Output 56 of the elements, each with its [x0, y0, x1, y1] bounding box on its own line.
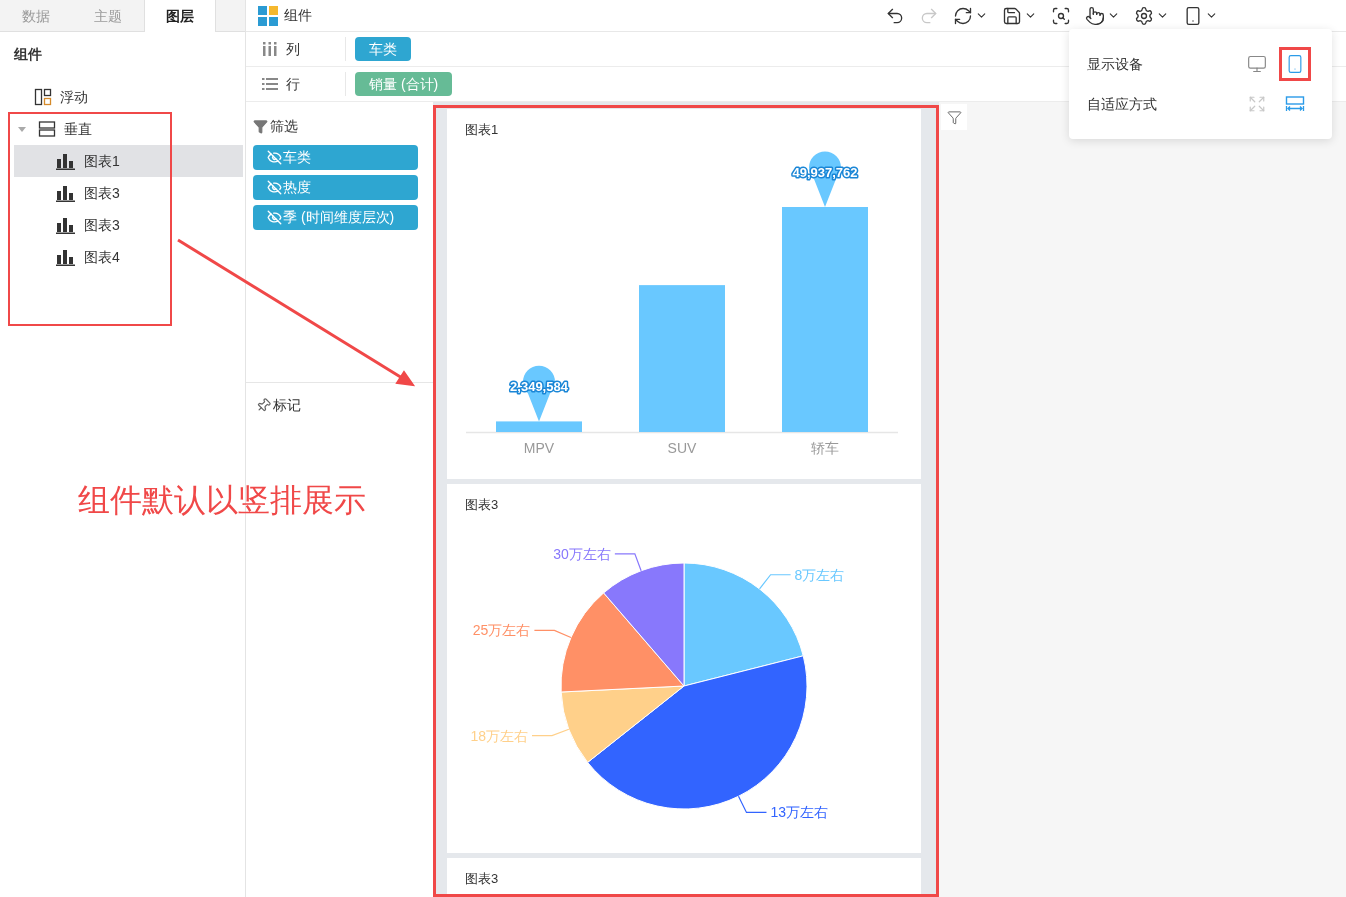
panel-title: 筛选: [270, 117, 298, 136]
stacked-rows-icon: [38, 120, 56, 138]
shelf-label: 行: [286, 74, 300, 94]
leader-line: [531, 728, 570, 737]
tree-item[interactable]: 图表1: [14, 145, 243, 177]
chart-title: 图表1: [464, 121, 500, 139]
bar-chart-icon: [56, 152, 76, 170]
slice-label: 18万左右: [470, 727, 528, 744]
tree-item[interactable]: 垂直: [14, 113, 231, 145]
leader-line: [533, 629, 572, 639]
slice-label: 25万左右: [472, 622, 531, 639]
annotation-caption: 组件默认以竖排展示: [78, 481, 366, 520]
leader-line: [758, 574, 792, 590]
filter-chip-label: 车类: [283, 148, 311, 167]
option-label: 自适应方式: [1087, 94, 1158, 114]
refresh-icon[interactable]: [953, 5, 973, 26]
filter-chip-label: 热度: [283, 178, 311, 197]
bar-chart-icon: [56, 248, 76, 266]
list-icon: [262, 76, 278, 92]
chart-title: 图表3: [464, 496, 500, 514]
tree-item[interactable]: 图表4: [14, 241, 231, 273]
layout-icon: [34, 88, 52, 106]
option-label: 显示设备: [1087, 54, 1144, 74]
shelf-label: 列: [286, 39, 300, 59]
axis-label: MPV: [523, 440, 555, 456]
chart-title: 图表3: [464, 870, 500, 888]
eye-off-icon[interactable]: [267, 210, 282, 225]
eye-off-icon[interactable]: [267, 180, 282, 195]
panel-heading: 组件: [13, 45, 43, 64]
slice-label: 30万左右: [553, 545, 611, 562]
leader-line: [614, 553, 642, 572]
tree-item[interactable]: 浮动: [14, 81, 231, 113]
eye-off-icon[interactable]: [267, 150, 282, 165]
panel-tab[interactable]: 图层: [144, 0, 216, 32]
bar-chart-icon: [56, 216, 76, 234]
columns-icon: [262, 41, 278, 57]
leader-line: [737, 795, 768, 813]
tree-item[interactable]: 图表3: [14, 177, 231, 209]
highlight-frame: [1279, 47, 1311, 81]
settings-icon[interactable]: [1134, 5, 1154, 26]
filter-icon[interactable]: [946, 109, 962, 125]
toolbar-title: 组件: [284, 6, 312, 25]
filter-icon: [253, 119, 268, 134]
bar-chart-icon: [56, 184, 76, 202]
tree-item[interactable]: 图表3: [14, 209, 231, 241]
slice-label: 8万左右: [794, 566, 845, 583]
grid-logo-icon: [258, 5, 278, 26]
monitor-icon[interactable]: [1246, 53, 1268, 75]
filter-chip-label: 季 (时间维度层次): [283, 208, 395, 227]
save-icon[interactable]: [1002, 5, 1022, 26]
axis-label: 轿车: [811, 440, 839, 456]
slice-label: 13万左右: [770, 804, 829, 821]
panel-title: 标记: [273, 396, 301, 415]
filter-button[interactable]: [941, 104, 967, 130]
hand-pointer-icon[interactable]: [1085, 5, 1105, 26]
axis-label: SUV: [667, 440, 697, 456]
